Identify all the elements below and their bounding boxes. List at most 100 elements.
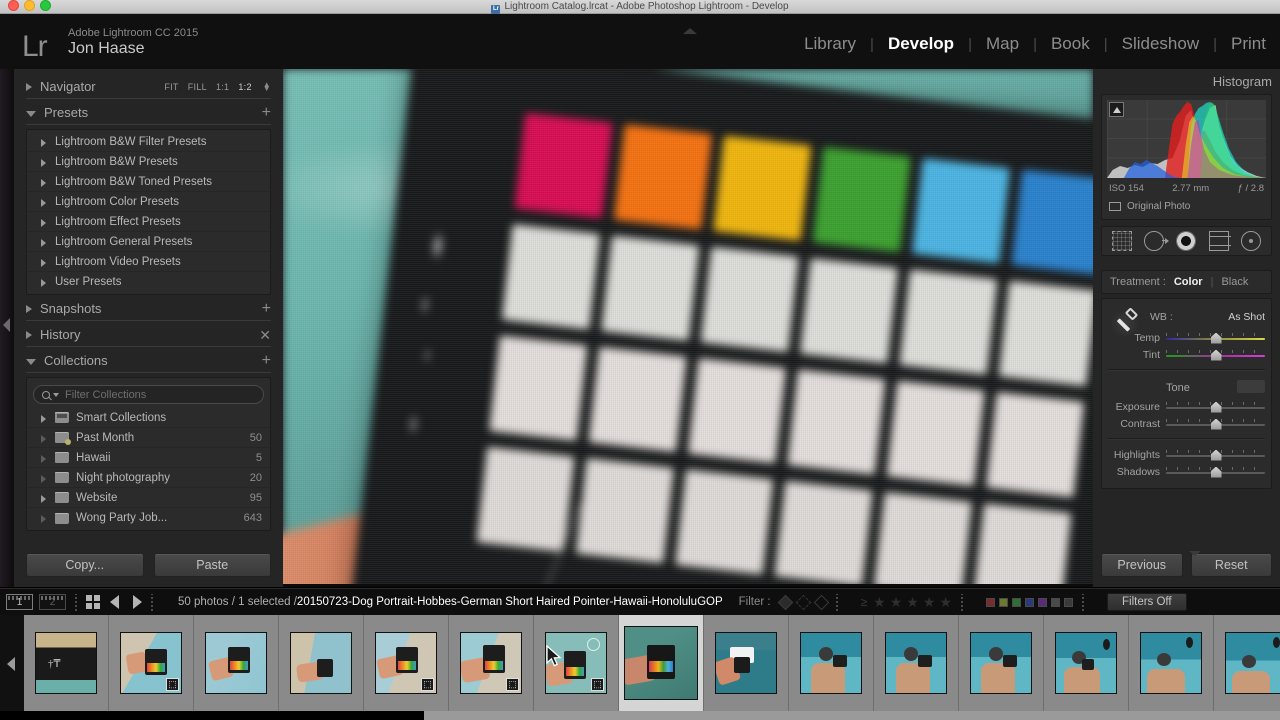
- close-window-button[interactable]: [8, 0, 19, 11]
- pick-flag-icon[interactable]: [587, 638, 600, 651]
- filmstrip-thumbnail[interactable]: [1214, 615, 1280, 711]
- module-book[interactable]: Book: [1037, 34, 1104, 54]
- auto-tone-button[interactable]: [1237, 380, 1265, 393]
- clear-history-button[interactable]: ✕: [259, 328, 271, 342]
- top-panel-collapse-arrow[interactable]: [683, 28, 697, 34]
- copy-button[interactable]: Copy...: [26, 553, 144, 577]
- window-controls[interactable]: [8, 0, 51, 11]
- maximize-window-button[interactable]: [40, 0, 51, 11]
- filmstrip-scrollbar[interactable]: [424, 711, 1280, 720]
- expand-triangle-icon[interactable]: [41, 159, 46, 167]
- expand-triangle-icon[interactable]: [41, 279, 46, 287]
- expand-triangle-icon[interactable]: [41, 259, 46, 267]
- color-label-none-icon[interactable]: [1050, 597, 1060, 607]
- history-panel-header[interactable]: History ✕: [26, 323, 271, 347]
- module-print[interactable]: Print: [1217, 34, 1280, 54]
- slider-track-exposure[interactable]: [1166, 401, 1265, 413]
- filter-collections-input[interactable]: Filter Collections: [33, 385, 264, 404]
- expand-triangle-icon[interactable]: [41, 199, 46, 207]
- filmstrip-track[interactable]: †₸ ⬚ ⬚ ⬚ ⬚: [24, 615, 1280, 711]
- slider-highlights[interactable]: Highlights: [1108, 446, 1265, 463]
- original-photo-row[interactable]: Original Photo: [1107, 198, 1266, 214]
- color-label-filters[interactable]: [985, 597, 1073, 607]
- collections-panel-header[interactable]: Collections +: [26, 349, 271, 373]
- graduated-filter-icon[interactable]: [1208, 231, 1231, 251]
- presets-panel-header[interactable]: Presets +: [26, 101, 271, 125]
- module-map[interactable]: Map: [972, 34, 1033, 54]
- image-preview-area[interactable]: [283, 69, 1093, 584]
- expand-triangle-icon[interactable]: [41, 455, 46, 463]
- white-balance-selector-icon[interactable]: [1110, 307, 1140, 337]
- expand-triangle-icon[interactable]: [41, 435, 46, 443]
- color-label-blue-icon[interactable]: [1024, 597, 1034, 607]
- filmstrip-thumbnail[interactable]: †₸: [24, 615, 109, 711]
- filmstrip-collapse-icon[interactable]: [7, 657, 15, 671]
- slider-shadows[interactable]: Shadows: [1108, 463, 1265, 480]
- zoom-stepper-icon[interactable]: ▲ ▼: [263, 80, 271, 92]
- collection-row-hawaii[interactable]: Hawaii 5: [27, 448, 270, 468]
- slider-tint[interactable]: Tint: [1108, 346, 1265, 363]
- filmstrip-thumbnail[interactable]: [704, 615, 789, 711]
- left-panel-collapse-strip[interactable]: [0, 69, 14, 587]
- collection-row-wong-party-job[interactable]: Wong Party Job... 643: [27, 508, 270, 528]
- expand-triangle-icon[interactable]: [41, 179, 46, 187]
- rating-operator[interactable]: ≥: [861, 595, 868, 609]
- color-label-green-icon[interactable]: [1011, 597, 1021, 607]
- module-library[interactable]: Library: [790, 34, 870, 54]
- red-eye-icon[interactable]: [1176, 231, 1197, 251]
- screen-two-button[interactable]: 2: [39, 594, 66, 610]
- reset-button[interactable]: Reset: [1190, 553, 1272, 577]
- slider-contrast[interactable]: Contrast: [1108, 415, 1265, 432]
- filmstrip-thumbnail[interactable]: ⬚: [364, 615, 449, 711]
- preset-group-row[interactable]: Lightroom Color Presets: [27, 192, 270, 212]
- navigator-disclosure-icon[interactable]: [26, 82, 32, 91]
- filmstrip-collapse-button[interactable]: [0, 615, 24, 711]
- collection-row-night-photography[interactable]: Night photography 20: [27, 468, 270, 488]
- minimize-window-button[interactable]: [24, 0, 35, 11]
- histogram-graph[interactable]: [1107, 100, 1266, 178]
- radial-filter-icon[interactable]: [1240, 231, 1261, 251]
- color-label-red-icon[interactable]: [985, 597, 995, 607]
- slider-exposure[interactable]: Exposure: [1108, 398, 1265, 415]
- filmstrip-thumbnail[interactable]: [279, 615, 364, 711]
- spot-removal-icon[interactable]: [1144, 231, 1170, 251]
- color-label-purple-icon[interactable]: [1037, 597, 1047, 607]
- navigator-panel-header[interactable]: Navigator FIT FILL 1:1 1:2 ▲ ▼: [26, 75, 271, 99]
- slider-track-highlights[interactable]: [1166, 449, 1265, 461]
- treatment-option-black-and-white[interactable]: Black: [1221, 276, 1248, 288]
- star-icon[interactable]: ★: [890, 594, 903, 611]
- slider-track-tint[interactable]: [1166, 349, 1265, 361]
- expand-triangle-icon[interactable]: [41, 239, 46, 247]
- zoom-level-fill[interactable]: FILL: [188, 82, 207, 92]
- color-label-yellow-icon[interactable]: [998, 597, 1008, 607]
- add-preset-button[interactable]: +: [262, 104, 271, 120]
- crop-overlay-icon[interactable]: [1112, 231, 1133, 251]
- add-snapshot-button[interactable]: +: [262, 300, 271, 316]
- expand-triangle-icon[interactable]: [41, 475, 46, 483]
- expand-triangle-icon[interactable]: [41, 139, 46, 147]
- filters-off-button[interactable]: Filters Off: [1106, 593, 1187, 611]
- filmstrip-thumbnail[interactable]: [1129, 615, 1214, 711]
- slider-track-temp[interactable]: [1166, 332, 1265, 344]
- snapshots-disclosure-icon[interactable]: [26, 304, 32, 313]
- preset-group-row[interactable]: Lightroom B&W Presets: [27, 152, 270, 172]
- filmstrip-thumbnail[interactable]: [194, 615, 279, 711]
- paste-button[interactable]: Paste: [153, 553, 271, 577]
- white-balance-value[interactable]: As Shot: [1228, 311, 1265, 323]
- develop-tool-strip[interactable]: [1101, 226, 1272, 256]
- flag-filters[interactable]: [777, 594, 829, 610]
- next-photo-icon[interactable]: [133, 595, 142, 609]
- history-disclosure-icon[interactable]: [26, 330, 32, 339]
- module-picker[interactable]: Library | Develop | Map | Book | Slidesh…: [790, 29, 1280, 59]
- slider-track-shadows[interactable]: [1166, 466, 1265, 478]
- expand-triangle-icon[interactable]: [41, 495, 46, 503]
- filmstrip-thumbnail[interactable]: [789, 615, 874, 711]
- zoom-level-1-2[interactable]: 1:2: [238, 82, 251, 92]
- preset-group-row[interactable]: User Presets: [27, 272, 270, 292]
- preset-group-row[interactable]: Lightroom General Presets: [27, 232, 270, 252]
- star-icon[interactable]: ★: [923, 594, 936, 611]
- left-collapse-arrow-icon[interactable]: [3, 318, 10, 332]
- presets-disclosure-icon[interactable]: [26, 111, 36, 117]
- module-slideshow[interactable]: Slideshow: [1108, 34, 1214, 54]
- collection-row-past-month[interactable]: Past Month 50: [27, 428, 270, 448]
